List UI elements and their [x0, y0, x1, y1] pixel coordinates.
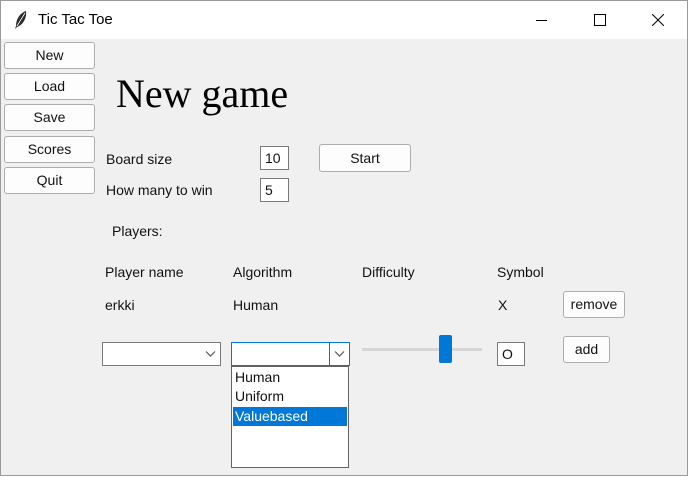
add-player-button[interactable]: add	[563, 336, 610, 363]
chevron-down-icon	[205, 351, 216, 357]
symbol-input[interactable]: O	[497, 342, 525, 366]
start-button[interactable]: Start	[319, 144, 411, 172]
difficulty-slider-track[interactable]	[362, 348, 482, 351]
client-area: New Load Save Scores Quit New game Board…	[1, 39, 687, 475]
minimize-icon	[536, 20, 547, 21]
scores-button[interactable]: Scores	[4, 136, 95, 163]
save-button[interactable]: Save	[4, 104, 95, 131]
dropdown-option-valuebased[interactable]: Valuebased	[233, 407, 347, 426]
dropdown-option-uniform[interactable]: Uniform	[233, 387, 347, 406]
dropdown-option-human[interactable]: Human	[233, 368, 347, 387]
board-size-label: Board size	[106, 151, 173, 167]
close-icon	[652, 14, 664, 26]
app-window: Tic Tac Toe New Load Save Scores Quit Ne…	[0, 0, 688, 476]
new-button[interactable]: New	[4, 42, 95, 69]
player-name: erkki	[105, 297, 135, 313]
win-count-input[interactable]: 5	[260, 178, 289, 202]
chevron-down-icon	[334, 351, 345, 357]
difficulty-slider-thumb[interactable]	[439, 335, 453, 363]
remove-player-button[interactable]: remove	[563, 291, 625, 318]
maximize-button[interactable]	[572, 1, 630, 39]
title-bar[interactable]: Tic Tac Toe	[1, 1, 687, 39]
player-name-combobox[interactable]	[102, 342, 221, 366]
column-header-symbol: Symbol	[497, 264, 544, 280]
quit-button[interactable]: Quit	[4, 167, 95, 194]
player-symbol: X	[498, 297, 508, 313]
feather-icon	[13, 10, 29, 30]
page-title: New game	[116, 71, 289, 116]
algorithm-combobox[interactable]	[231, 342, 350, 366]
column-header-algorithm: Algorithm	[233, 264, 293, 280]
window-title: Tic Tac Toe	[38, 11, 113, 28]
algorithm-dropdown-list: Human Uniform Valuebased	[231, 366, 349, 468]
board-size-input[interactable]: 10	[260, 146, 289, 170]
load-button[interactable]: Load	[4, 73, 95, 100]
player-algorithm: Human	[233, 297, 279, 313]
column-header-player-name: Player name	[105, 264, 184, 280]
maximize-icon	[594, 14, 606, 26]
close-button[interactable]	[630, 1, 688, 39]
minimize-button[interactable]	[514, 1, 572, 39]
column-header-difficulty: Difficulty	[362, 264, 415, 280]
win-count-label: How many to win	[106, 182, 213, 198]
players-label: Players:	[112, 223, 163, 239]
